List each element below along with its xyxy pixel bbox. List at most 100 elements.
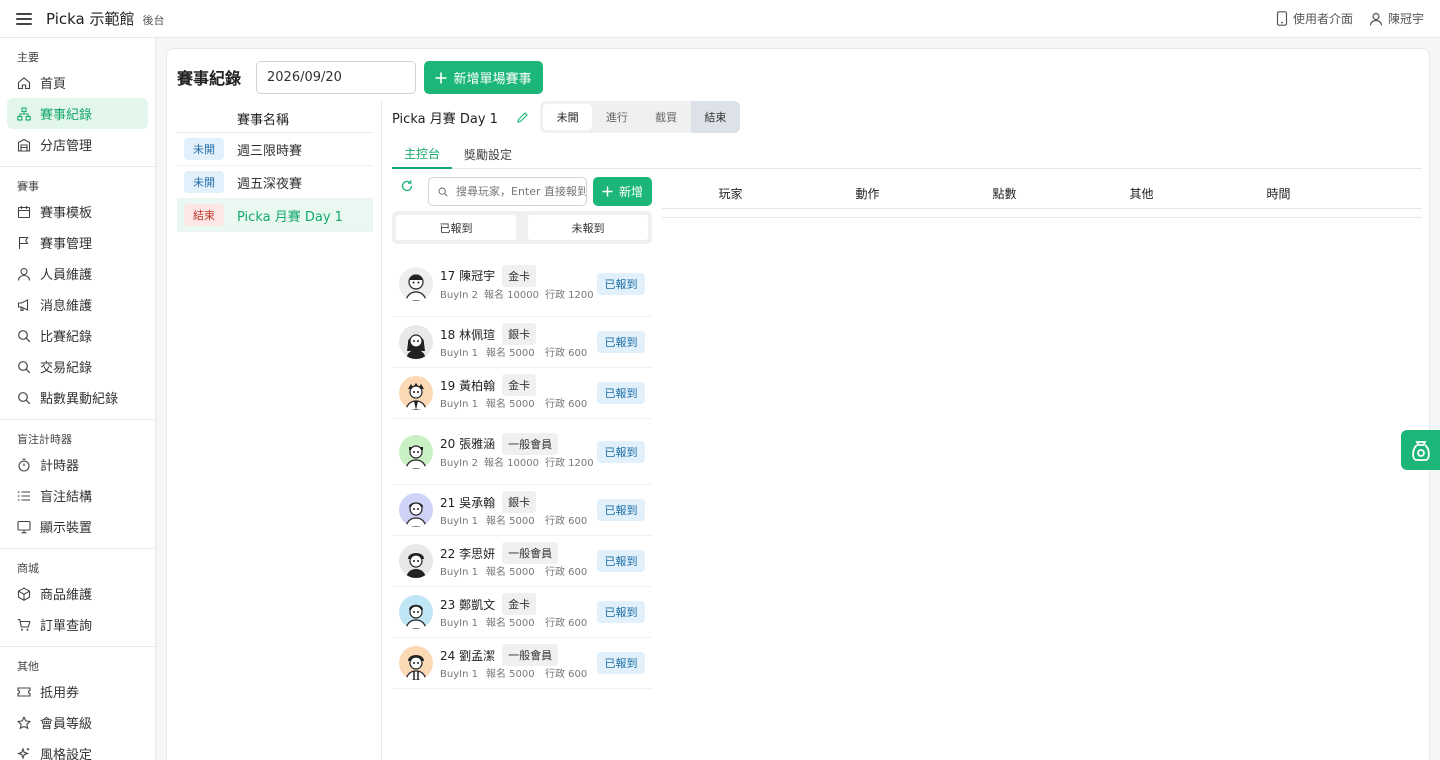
sidebar-section-title: 賽事 — [17, 180, 39, 193]
sidebar-item-vouchers[interactable]: 抵用券 — [7, 676, 148, 707]
sidebar-item-display-devices[interactable]: 顯示裝置 — [7, 511, 148, 542]
player-row[interactable]: 22 李思妍 一般會員 BuyIn 1 報名 5000 行政 600 已報到 — [392, 536, 652, 587]
brand-subtitle: 後台 — [142, 14, 165, 27]
sidebar-item-transaction-records[interactable]: 交易紀錄 — [7, 351, 148, 382]
player-name: 19 黃柏翰 — [440, 378, 496, 393]
player-name: 21 吳承翰 — [440, 495, 496, 510]
status-option-ended[interactable]: 結束 — [690, 101, 740, 133]
sidebar-item-event-management[interactable]: 賽事管理 — [7, 227, 148, 258]
status-badge: 未開 — [184, 171, 224, 193]
status-option-not-open[interactable]: 未開 — [543, 104, 593, 130]
add-player-button[interactable]: 新增 — [593, 177, 652, 206]
detail-tabs: 主控台 獎勵設定 — [392, 139, 1422, 169]
avatar — [399, 434, 433, 469]
sidebar-item-timer[interactable]: 計時器 — [7, 449, 148, 480]
event-row-selected[interactable]: 結束 Picka 月賽 Day 1 — [177, 199, 373, 232]
player-name: 18 林佩瑄 — [440, 327, 496, 342]
player-search-input[interactable] — [456, 185, 586, 198]
flag-icon — [18, 236, 29, 249]
registration-fee: 報名 5000 — [486, 669, 535, 680]
detail-title-row: Picka 月賽 Day 1 — [392, 101, 529, 133]
user-interface-link[interactable]: 使用者介面 — [1276, 10, 1353, 27]
checkin-status-button[interactable]: 已報到 — [597, 601, 645, 623]
hamburger-menu-icon[interactable] — [16, 12, 32, 25]
sidebar-item-label: 抵用券 — [40, 686, 80, 701]
buyin-count: BuyIn 1 — [440, 618, 478, 629]
sidebar-item-products[interactable]: 商品維護 — [7, 578, 148, 609]
date-input[interactable] — [256, 61, 416, 94]
calendar-icon — [17, 205, 31, 218]
sidebar-item-home[interactable]: 首頁 — [7, 67, 148, 98]
column-header-player: 玩家 — [718, 187, 743, 201]
member-level-badge: 一般會員 — [502, 644, 559, 666]
sidebar-item-label: 首頁 — [40, 77, 67, 92]
player-row[interactable]: 20 張雅涵 一般會員 BuyIn 2 報名 10000 行政 1200 已報到 — [392, 419, 652, 485]
sidebar-item-style-settings[interactable]: 風格設定 — [7, 738, 148, 760]
checkin-status-button[interactable]: 已報到 — [597, 440, 645, 463]
refresh-icon[interactable] — [400, 179, 414, 197]
sidebar-item-points-records[interactable]: 點數異動紀錄 — [7, 382, 148, 413]
sidebar-item-match-records[interactable]: 比賽紀錄 — [7, 320, 148, 351]
brand-name: Picka 示範館 — [46, 10, 135, 28]
player-name: 20 張雅涵 — [440, 437, 496, 451]
player-row[interactable]: 17 陳冠宇 金卡 BuyIn 2 報名 10000 行政 1200 已報到 — [392, 251, 652, 317]
sidebar-item-staff[interactable]: 人員維護 — [7, 258, 148, 289]
checkin-status-button[interactable]: 已報到 — [597, 272, 645, 295]
avatar — [399, 266, 433, 301]
player-row[interactable]: 18 林佩瑄 銀卡 BuyIn 1 報名 5000 行政 600 已報到 — [392, 317, 652, 368]
checkin-status-button[interactable]: 已報到 — [597, 331, 645, 353]
sparkle-icon — [17, 746, 30, 760]
sidebar-item-orders[interactable]: 訂單查詢 — [7, 609, 148, 640]
tab-console[interactable]: 主控台 — [392, 139, 453, 169]
checkin-status-button[interactable]: 已報到 — [597, 652, 645, 674]
checkin-status-button[interactable]: 已報到 — [597, 550, 645, 572]
user-menu[interactable]: 陳冠宇 — [1369, 10, 1424, 27]
sidebar-item-label: 比賽紀錄 — [40, 330, 93, 345]
sidebar-item-event-records[interactable]: 賽事紀錄 — [7, 98, 148, 129]
checkin-status-button[interactable]: 已報到 — [597, 499, 645, 521]
sidebar-item-blind-structure[interactable]: 盲注結構 — [7, 480, 148, 511]
avatar — [399, 325, 433, 359]
status-option-closed-buyin[interactable]: 截買 — [642, 104, 691, 130]
event-row[interactable]: 未開 週三限時賽 — [177, 133, 373, 166]
player-search — [428, 177, 587, 206]
checkin-status-button[interactable]: 已報到 — [597, 382, 645, 404]
floating-assistant-button[interactable] — [1401, 430, 1440, 470]
sidebar-item-news[interactable]: 消息維護 — [7, 289, 148, 320]
sidebar-item-member-levels[interactable]: 會員等級 — [7, 707, 148, 738]
sidebar-item-label: 計時器 — [40, 459, 80, 474]
player-row[interactable]: 24 劉孟潔 一般會員 BuyIn 1 報名 5000 行政 600 已報到 — [392, 638, 652, 689]
player-row[interactable]: 21 吳承翰 銀卡 BuyIn 1 報名 5000 行政 600 已報到 — [392, 485, 652, 536]
avatar — [399, 595, 433, 629]
event-row[interactable]: 未開 週五深夜賽 — [177, 166, 373, 199]
pencil-icon[interactable] — [516, 111, 529, 124]
sidebar-item-branch-management[interactable]: 分店管理 — [7, 129, 148, 160]
avatar — [399, 544, 433, 578]
filter-checked-in[interactable]: 已報到 — [396, 215, 516, 240]
box-icon — [17, 587, 31, 601]
add-event-label: 新增單場賽事 — [453, 72, 532, 87]
member-level-badge: 一般會員 — [502, 542, 559, 564]
filter-not-checked-in[interactable]: 未報到 — [528, 215, 648, 240]
tab-reward-settings[interactable]: 獎勵設定 — [452, 139, 524, 169]
status-option-in-progress[interactable]: 進行 — [592, 104, 641, 130]
sidebar-item-event-templates[interactable]: 賽事模板 — [7, 196, 148, 227]
event-detail-title: Picka 月賽 Day 1 — [392, 111, 498, 127]
registration-fee: 報名 5000 — [486, 348, 535, 359]
add-event-button[interactable]: 新增單場賽事 — [424, 61, 543, 94]
search-icon — [18, 360, 31, 373]
checkin-filter: 已報到 未報到 — [392, 211, 652, 244]
player-row[interactable]: 19 黃柏翰 金卡 BuyIn 1 報名 5000 行政 600 已報到 — [392, 368, 652, 419]
activity-log-table: 玩家 動作 點數 其他 時間 — [662, 179, 1422, 218]
sidebar: 主要 首頁 賽事紀錄 分店管理 賽事 賽事模板 賽事管理 人員維護 消息維護 比… — [0, 38, 156, 760]
sidebar-section-title: 主要 — [17, 51, 39, 64]
buyin-count: BuyIn 1 — [440, 567, 478, 578]
player-name: 24 劉孟潔 — [440, 648, 496, 663]
buyin-count: BuyIn 2 — [440, 289, 478, 301]
registration-fee: 報名 5000 — [486, 567, 535, 578]
admin-fee: 行政 600 — [545, 348, 588, 359]
log-table-divider — [662, 217, 1422, 218]
buyin-count: BuyIn 2 — [440, 457, 478, 469]
player-row[interactable]: 23 鄭凱文 金卡 BuyIn 1 報名 5000 行政 600 已報到 — [392, 587, 652, 638]
admin-fee: 行政 600 — [545, 516, 588, 527]
